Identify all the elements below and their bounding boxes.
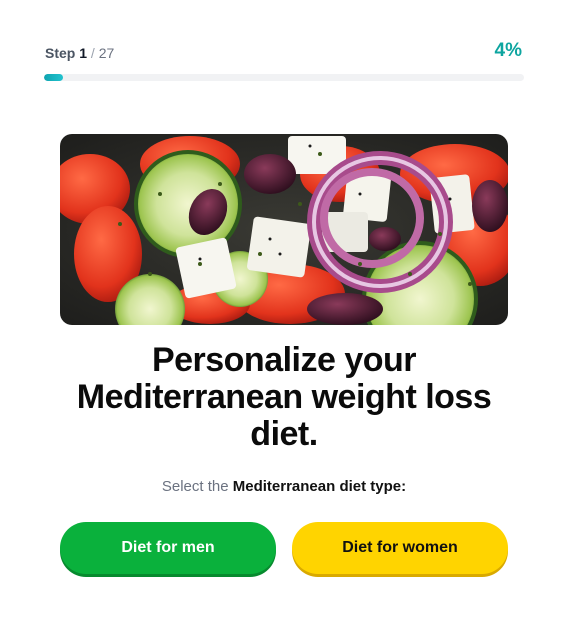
page-title: Personalize your Mediterranean weight lo…	[76, 341, 492, 453]
progress-bar-fill	[44, 74, 64, 81]
progress-header: Step 1 / 27 4%	[45, 40, 523, 68]
step-counter: Step 1 / 27	[45, 45, 114, 61]
step-total: 27	[98, 45, 115, 61]
diet-for-men-button[interactable]: Diet for men	[60, 522, 276, 574]
hero-image-greek-salad	[60, 134, 508, 325]
instruction-prefix: Select the	[161, 478, 229, 495]
step-word: Step	[45, 45, 76, 61]
step-separator: /	[90, 45, 95, 61]
diet-for-women-button[interactable]: Diet for women	[292, 522, 508, 574]
progress-percent: 4%	[494, 40, 522, 61]
instruction-text: Select the Mediterranean diet type:	[0, 478, 568, 495]
progress-bar	[44, 74, 524, 81]
instruction-emphasis: Mediterranean diet type:	[232, 478, 407, 495]
step-current: 1	[79, 45, 88, 61]
